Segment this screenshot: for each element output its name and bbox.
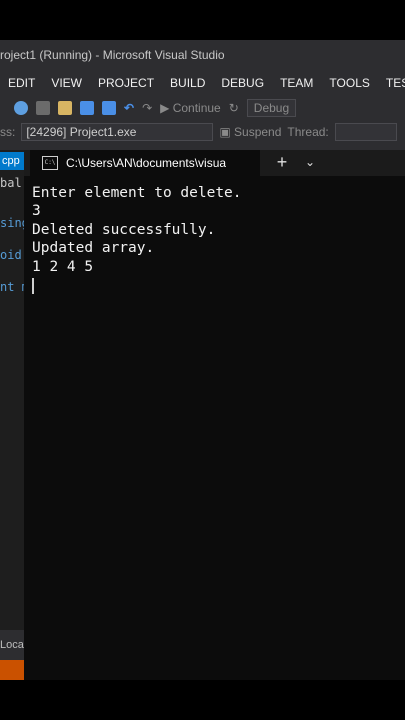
toolbar: ↶ ↷ ▶ Continue ↻ Debug — [0, 96, 405, 120]
new-project-icon[interactable] — [36, 101, 50, 115]
continue-button[interactable]: ▶ Continue — [160, 101, 221, 115]
window-title: roject1 (Running) - Microsoft Visual Stu… — [0, 48, 225, 62]
terminal-tab-bar: C:\ C:\Users\AN\documents\visua + ⌄ — [24, 150, 405, 176]
console-icon: C:\ — [42, 156, 58, 170]
menu-debug[interactable]: DEBUG — [213, 76, 272, 90]
refresh-icon[interactable] — [14, 101, 28, 115]
file-tab[interactable]: cpp — [0, 152, 24, 170]
thread-label: Thread: — [287, 125, 329, 139]
open-folder-icon[interactable] — [58, 101, 72, 115]
process-select[interactable]: [24296] Project1.exe — [21, 123, 214, 141]
menu-bar: EDIT VIEW PROJECT BUILD DEBUG TEAM TOOLS… — [0, 72, 405, 94]
console-line-4: Updated array. — [32, 240, 155, 257]
save-all-icon[interactable] — [102, 101, 116, 115]
redo-icon[interactable]: ↷ — [142, 101, 152, 115]
menu-tools[interactable]: TOOLS — [321, 76, 377, 90]
suspend-label: Suspend — [234, 125, 282, 139]
console-line-5: 1 2 4 5 — [32, 258, 94, 275]
console-output[interactable]: Enter element to delete. 3 Deleted success… — [32, 184, 242, 295]
new-tab-button[interactable]: + — [272, 152, 292, 172]
text-cursor — [32, 278, 34, 295]
console-line-1: Enter element to delete. — [32, 185, 242, 201]
menu-build[interactable]: BUILD — [162, 76, 213, 90]
save-icon[interactable] — [80, 101, 94, 115]
thread-select[interactable] — [334, 123, 397, 141]
locals-tab[interactable]: Loca — [0, 630, 24, 660]
menu-test[interactable]: TEST — [378, 76, 405, 90]
suspend-button[interactable]: ▣ Suspend — [219, 125, 281, 139]
continue-label: Continue — [172, 101, 221, 115]
code-line-3: oid — [0, 248, 22, 262]
undo-icon[interactable]: ↶ — [124, 101, 134, 115]
terminal-tab-title: C:\Users\AN\documents\visua — [66, 156, 227, 170]
menu-project[interactable]: PROJECT — [90, 76, 162, 90]
chevron-down-icon[interactable]: ⌄ — [300, 152, 320, 172]
terminal-tab[interactable]: C:\ C:\Users\AN\documents\visua — [30, 150, 260, 176]
process-bar: ss: [24296] Project1.exe ▣ Suspend Threa… — [0, 122, 397, 142]
menu-team[interactable]: TEAM — [272, 76, 321, 90]
menu-edit[interactable]: EDIT — [0, 76, 43, 90]
process-label: ss: — [0, 125, 16, 139]
terminal-window: C:\ C:\Users\AN\documents\visua + ⌄ Ente… — [24, 150, 405, 680]
console-line-2: 3 — [32, 203, 41, 220]
console-line-3: Deleted successfully. — [32, 221, 216, 238]
status-bar — [0, 660, 24, 680]
menu-view[interactable]: VIEW — [43, 76, 90, 90]
restart-icon[interactable]: ↻ — [229, 101, 239, 115]
config-select[interactable]: Debug — [246, 99, 297, 117]
